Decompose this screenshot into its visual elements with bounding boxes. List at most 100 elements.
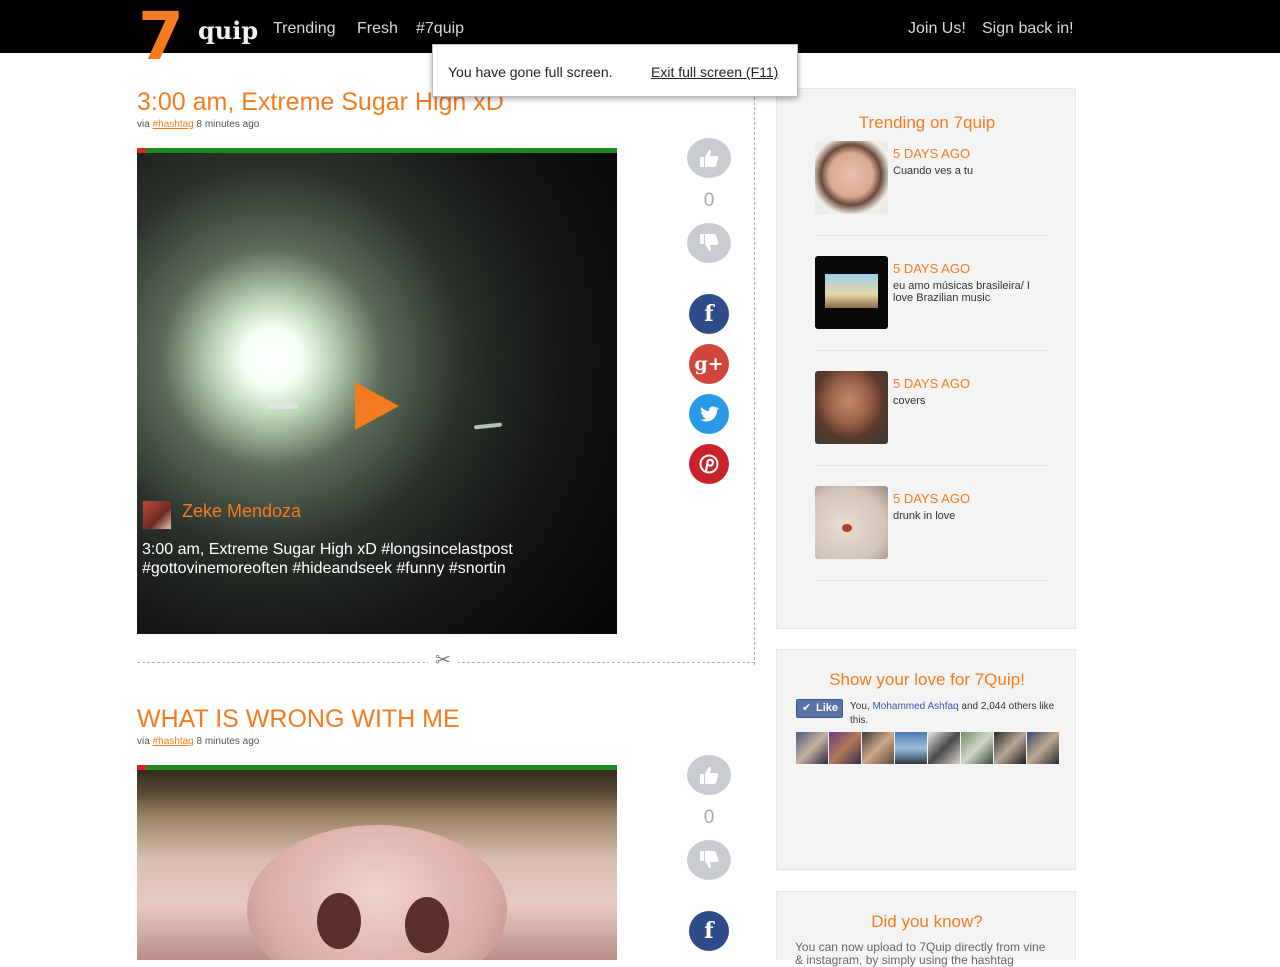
post-hashtag-link[interactable]: #hashtag <box>153 736 194 747</box>
video-light-streak <box>473 422 503 430</box>
video-player[interactable]: Zeke Mendoza 3:00 am, Extreme Sugar High… <box>137 148 617 634</box>
facebook-share-button[interactable]: f <box>689 911 729 951</box>
trending-separator <box>815 350 1049 351</box>
trending-description: drunk in love <box>893 510 956 522</box>
like-prefix: You, <box>850 701 870 712</box>
video-progress-bar <box>137 148 617 153</box>
pinterest-icon <box>699 454 719 474</box>
friend-avatar[interactable] <box>895 732 927 764</box>
post-via: via <box>137 119 150 130</box>
trending-thumbnail[interactable] <box>815 256 888 329</box>
video-frame-face <box>247 825 507 960</box>
nav-7quip[interactable]: #7quip <box>416 20 464 38</box>
post-meta: via #hashtag 8 minutes ago <box>137 736 259 747</box>
trending-age: 5 DAYS AGO <box>893 491 971 506</box>
nav-fresh[interactable]: Fresh <box>357 20 398 38</box>
video-progress-fill <box>137 148 146 153</box>
trending-thumbnail[interactable] <box>815 486 888 559</box>
friend-avatar[interactable] <box>961 732 993 764</box>
exit-fullscreen-link[interactable]: Exit full screen (F11) <box>651 64 778 80</box>
google-plus-share-button[interactable]: g+ <box>689 344 729 384</box>
trending-age: 5 DAYS AGO <box>893 376 971 391</box>
twitter-share-button[interactable] <box>689 394 729 434</box>
play-icon[interactable] <box>355 382 399 430</box>
trending-description: covers <box>893 395 926 407</box>
fullscreen-notice: You have gone full screen. Exit full scr… <box>432 44 798 97</box>
trending-thumbnail[interactable] <box>815 371 888 444</box>
nav-trending[interactable]: Trending <box>273 20 336 38</box>
facebook-like-panel: Show your love for 7Quip! ✔ Like You, Moh… <box>776 649 1076 870</box>
facebook-icon: f <box>704 918 714 944</box>
thumbs-up-icon <box>700 766 719 784</box>
video-player[interactable] <box>137 765 617 960</box>
friend-avatar[interactable] <box>796 732 828 764</box>
like-check-icon: ✔ <box>802 702 812 714</box>
post-via: via <box>137 736 150 747</box>
facebook-like-text: You, Mohammed Ashfaq and 2,044 others li… <box>850 700 1060 728</box>
video-frame-detail <box>317 893 361 949</box>
video-light-streak <box>267 403 299 409</box>
post-meta: via #hashtag 8 minutes ago <box>137 119 259 130</box>
friend-avatar[interactable] <box>1027 732 1059 764</box>
did-you-know-title: Did you know? <box>871 912 983 931</box>
scissors-icon: ✂ <box>428 650 458 672</box>
trending-age: 5 DAYS AGO <box>893 146 971 161</box>
trending-description: Cuando ves a tu <box>893 165 974 177</box>
pinterest-share-button[interactable] <box>689 444 729 484</box>
site-logo[interactable]: 7 quip <box>138 0 259 75</box>
vote-count: 0 <box>703 190 715 211</box>
love-title: Show your love for 7Quip! <box>829 670 1025 689</box>
post-time: 8 minutes ago <box>196 736 260 747</box>
downvote-button[interactable] <box>687 223 731 263</box>
column-divider <box>754 97 755 665</box>
like-button-label: Like <box>815 702 838 714</box>
friend-avatar[interactable] <box>862 732 894 764</box>
logo-quip: quip <box>198 16 259 45</box>
trending-title: Trending on 7quip <box>858 113 996 132</box>
did-you-know-text: You can now upload to 7Quip directly fro… <box>795 940 1046 967</box>
friend-avatar[interactable] <box>829 732 861 764</box>
video-progress-fill <box>137 765 146 770</box>
facebook-share-button[interactable]: f <box>689 294 729 334</box>
upvote-button[interactable] <box>687 138 731 178</box>
friend-avatar[interactable] <box>994 732 1026 764</box>
trending-age: 5 DAYS AGO <box>893 261 971 276</box>
like-friend-link[interactable]: Mohammed Ashfaq <box>872 701 958 712</box>
join-us-link[interactable]: Join Us! <box>908 20 966 38</box>
logo-seven: 7 <box>138 0 184 75</box>
author-name[interactable]: Zeke Mendoza <box>182 501 301 522</box>
post-hashtag-link[interactable]: #hashtag <box>153 119 194 130</box>
trending-thumbnail[interactable] <box>815 141 888 214</box>
thumbs-up-icon <box>700 149 719 167</box>
trending-panel: Trending on 7quip 5 DAYS AGO Cuando ves … <box>776 88 1076 629</box>
sign-in-link[interactable]: Sign back in! <box>982 20 1074 38</box>
video-frame-detail <box>405 897 449 953</box>
facebook-like-button[interactable]: ✔ Like <box>796 699 843 718</box>
trending-item[interactable]: 5 DAYS AGO covers <box>815 371 1049 486</box>
video-progress-bar <box>137 765 617 770</box>
thumbs-down-icon <box>700 234 719 252</box>
trending-separator <box>815 465 1049 466</box>
trending-item[interactable]: 5 DAYS AGO drunk in love <box>815 486 1049 601</box>
post-time: 8 minutes ago <box>196 119 260 130</box>
thumbnail-cartoon <box>825 274 878 308</box>
downvote-button[interactable] <box>687 840 731 880</box>
fullscreen-message: You have gone full screen. <box>448 64 613 80</box>
facebook-icon: f <box>704 301 714 327</box>
trending-separator <box>815 235 1049 236</box>
post-title[interactable]: WHAT IS WRONG WITH ME <box>137 705 460 734</box>
vote-count: 0 <box>703 807 715 828</box>
trending-separator <box>815 580 1049 581</box>
did-you-know-panel: Did you know? You can now upload to 7Qui… <box>776 891 1076 967</box>
trending-description: eu amo músicas brasileira/ I love Brazil… <box>893 280 1030 304</box>
twitter-icon <box>700 406 719 422</box>
upvote-button[interactable] <box>687 755 731 795</box>
trending-item[interactable]: 5 DAYS AGO Cuando ves a tu <box>815 141 1049 256</box>
friend-avatar[interactable] <box>928 732 960 764</box>
video-caption: 3:00 am, Extreme Sugar High xD #longsinc… <box>142 541 513 577</box>
author-avatar[interactable] <box>142 500 172 530</box>
trending-item[interactable]: 5 DAYS AGO eu amo músicas brasileira/ I … <box>815 256 1049 371</box>
thumbnail-detail <box>842 524 852 532</box>
google-plus-icon: g+ <box>694 353 724 375</box>
thumbs-down-icon <box>700 851 719 869</box>
